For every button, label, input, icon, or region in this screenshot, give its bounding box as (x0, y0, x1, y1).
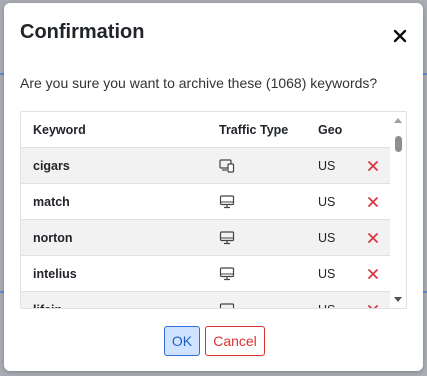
table-scrollbar[interactable] (390, 112, 406, 308)
table-row: intelius US (21, 256, 392, 292)
cancel-button[interactable]: Cancel (205, 326, 265, 356)
geo-cell: US (318, 159, 336, 173)
keywords-table: Keyword Traffic Type Geo cigars US match… (20, 111, 407, 309)
mobile-desktop-icon (219, 159, 235, 173)
remove-icon[interactable] (367, 304, 383, 308)
column-header-keyword: Keyword (33, 123, 86, 137)
geo-cell: US (318, 292, 335, 308)
keyword-cell: cigars (33, 159, 70, 173)
geo-cell: US (318, 195, 336, 209)
remove-icon[interactable] (367, 268, 383, 282)
desktop-icon (219, 231, 235, 245)
remove-icon[interactable] (367, 196, 383, 210)
table-row: lifein US (21, 292, 392, 308)
geo-cell: US (318, 231, 336, 245)
keyword-cell: norton (33, 231, 73, 245)
geo-cell: US (318, 267, 336, 281)
close-icon[interactable] (391, 27, 409, 45)
desktop-icon (219, 303, 235, 308)
table-row: cigars US (21, 148, 392, 184)
table-row: norton US (21, 220, 392, 256)
dialog-title: Confirmation (20, 21, 145, 43)
dialog-message: Are you sure you want to archive these (… (20, 75, 378, 91)
scroll-down-icon[interactable] (394, 297, 402, 302)
remove-icon[interactable] (367, 232, 383, 246)
keyword-cell: match (33, 195, 70, 209)
desktop-icon (219, 267, 235, 281)
column-header-geo: Geo (318, 123, 343, 137)
keyword-cell: intelius (33, 267, 77, 281)
ok-button[interactable]: OK (164, 326, 200, 356)
column-header-traffic-type: Traffic Type (219, 123, 289, 137)
scrollbar-thumb[interactable] (395, 136, 402, 152)
desktop-icon (219, 195, 235, 209)
table-row: match US (21, 184, 392, 220)
table-header: Keyword Traffic Type Geo (21, 112, 392, 148)
keyword-cell: lifein (33, 292, 62, 308)
remove-icon[interactable] (367, 160, 383, 174)
scroll-up-icon[interactable] (394, 118, 402, 123)
confirmation-dialog: Confirmation Are you sure you want to ar… (4, 3, 423, 371)
